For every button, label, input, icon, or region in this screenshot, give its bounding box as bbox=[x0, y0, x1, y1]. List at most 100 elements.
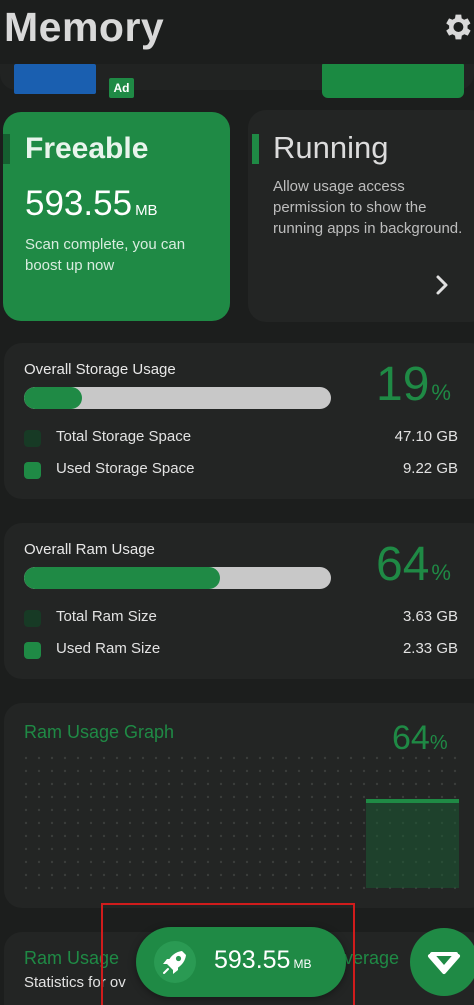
premium-button[interactable] bbox=[410, 928, 474, 996]
graph-grid-dot bbox=[76, 834, 80, 838]
graph-grid-dot bbox=[89, 821, 93, 825]
graph-grid-dot bbox=[128, 873, 132, 877]
graph-grid-dot bbox=[154, 873, 158, 877]
graph-grid-dot bbox=[258, 808, 262, 812]
graph-grid-dot bbox=[245, 756, 249, 760]
graph-grid-dot bbox=[336, 847, 340, 851]
graph-grid-dot bbox=[310, 756, 314, 760]
chevron-right-icon[interactable] bbox=[434, 274, 450, 296]
storage-percent-value: 19 bbox=[376, 358, 430, 411]
graph-grid-dot bbox=[24, 860, 28, 864]
graph-grid-dot bbox=[388, 756, 392, 760]
graph-grid-dot bbox=[401, 782, 405, 786]
running-card[interactable]: Running Allow usage access permission to… bbox=[248, 110, 474, 322]
graph-grid-dot bbox=[258, 860, 262, 864]
graph-grid-dot bbox=[219, 782, 223, 786]
graph-grid-dot bbox=[141, 795, 145, 799]
graph-grid-dot bbox=[63, 821, 67, 825]
graph-grid-dot bbox=[323, 769, 327, 773]
graph-grid-dot bbox=[336, 808, 340, 812]
graph-grid-dot bbox=[271, 847, 275, 851]
graph-grid-dot bbox=[245, 834, 249, 838]
graph-grid-dot bbox=[193, 782, 197, 786]
graph-grid-dot bbox=[128, 821, 132, 825]
ad-cta-button[interactable] bbox=[322, 60, 464, 98]
graph-grid-dot bbox=[50, 873, 54, 877]
ad-image[interactable] bbox=[14, 64, 96, 94]
graph-grid-dot bbox=[362, 782, 366, 786]
graph-grid-dot bbox=[89, 782, 93, 786]
graph-grid-dot bbox=[245, 886, 249, 890]
graph-grid-dot bbox=[63, 847, 67, 851]
storage-percent: 19% bbox=[376, 357, 451, 412]
graph-grid-dot bbox=[193, 756, 197, 760]
graph-grid-dot bbox=[271, 821, 275, 825]
graph-grid-dot bbox=[167, 847, 171, 851]
stats-subtitle: Statistics for ov bbox=[24, 974, 126, 991]
graph-grid-dot bbox=[219, 873, 223, 877]
graph-grid-dot bbox=[219, 886, 223, 890]
graph-grid-dot bbox=[154, 756, 158, 760]
graph-grid-dot bbox=[193, 808, 197, 812]
graph-grid-dot bbox=[271, 873, 275, 877]
storage-progress-track bbox=[24, 387, 331, 409]
graph-grid-dot bbox=[167, 860, 171, 864]
freeable-accent-bar bbox=[3, 134, 10, 164]
running-title: Running bbox=[273, 130, 389, 165]
graph-grid-dot bbox=[24, 756, 28, 760]
graph-grid-dot bbox=[297, 795, 301, 799]
storage-usage-card: Overall Storage Usage 19% Total Storage … bbox=[4, 343, 474, 499]
graph-grid-dot bbox=[271, 886, 275, 890]
graph-grid-dot bbox=[37, 769, 41, 773]
graph-grid-dot bbox=[349, 795, 353, 799]
graph-grid-dot bbox=[193, 795, 197, 799]
graph-grid-dot bbox=[310, 795, 314, 799]
graph-grid-dot bbox=[102, 834, 106, 838]
ram-percent-value: 64 bbox=[376, 538, 430, 591]
storage-used-label: Used Storage Space bbox=[56, 460, 195, 477]
graph-grid-dot bbox=[167, 873, 171, 877]
graph-grid-dot bbox=[89, 808, 93, 812]
graph-grid-dot bbox=[141, 756, 145, 760]
graph-grid-dot bbox=[154, 808, 158, 812]
graph-grid-dot bbox=[297, 821, 301, 825]
graph-grid-dot bbox=[37, 808, 41, 812]
graph-grid-dot bbox=[232, 873, 236, 877]
storage-total-label: Total Storage Space bbox=[56, 428, 192, 445]
graph-grid-dot bbox=[141, 782, 145, 786]
graph-grid-dot bbox=[50, 834, 54, 838]
boost-unit: MB bbox=[293, 957, 312, 971]
graph-grid-dot bbox=[323, 795, 327, 799]
graph-grid-dot bbox=[24, 782, 28, 786]
graph-grid-dot bbox=[258, 886, 262, 890]
graph-grid-dot bbox=[284, 808, 288, 812]
graph-grid-dot bbox=[349, 821, 353, 825]
graph-grid-dot bbox=[297, 782, 301, 786]
ram-usage-graph-card: Ram Usage Graph 64% bbox=[4, 703, 474, 908]
graph-grid-dot bbox=[89, 756, 93, 760]
graph-grid-dot bbox=[323, 886, 327, 890]
graph-grid-dot bbox=[141, 886, 145, 890]
graph-grid-dot bbox=[245, 821, 249, 825]
graph-grid-dot bbox=[141, 769, 145, 773]
graph-grid-dot bbox=[323, 821, 327, 825]
graph-grid-dot bbox=[375, 769, 379, 773]
graph-grid-dot bbox=[206, 795, 210, 799]
graph-grid-dot bbox=[76, 756, 80, 760]
graph-grid-dot bbox=[180, 847, 184, 851]
boost-button[interactable]: 593.55 MB bbox=[136, 927, 346, 997]
graph-grid-dot bbox=[453, 782, 457, 786]
gear-icon[interactable] bbox=[440, 10, 474, 44]
freeable-card[interactable]: Freeable 593.55 MB Scan complete, you can… bbox=[3, 112, 230, 321]
graph-grid-dot bbox=[167, 808, 171, 812]
graph-grid-dot bbox=[310, 769, 314, 773]
graph-grid-dot bbox=[89, 834, 93, 838]
graph-grid-dot bbox=[362, 795, 366, 799]
graph-grid-dot bbox=[219, 808, 223, 812]
graph-grid-dot bbox=[115, 782, 119, 786]
graph-grid-dot bbox=[323, 756, 327, 760]
graph-grid-dot bbox=[193, 886, 197, 890]
graph-grid-dot bbox=[89, 873, 93, 877]
graph-grid-dot bbox=[76, 769, 80, 773]
graph-grid-dot bbox=[349, 886, 353, 890]
